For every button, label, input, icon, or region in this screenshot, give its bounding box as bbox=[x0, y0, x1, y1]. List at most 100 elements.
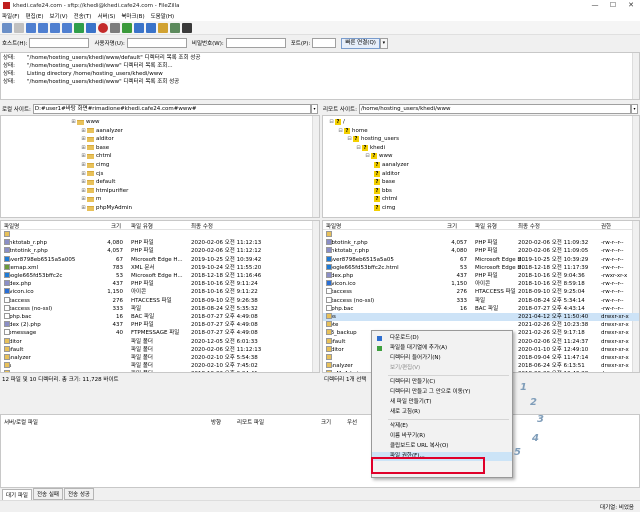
col-size[interactable]: 크기 bbox=[111, 222, 121, 230]
col-type[interactable]: 파일 유형 bbox=[131, 222, 153, 230]
tree-node[interactable]: ⊞ cjs bbox=[81, 170, 103, 178]
quickconnect-button[interactable]: 빠른 연결(Q) bbox=[341, 37, 380, 49]
maximize-button[interactable]: ☐ bbox=[604, 0, 622, 11]
file-row[interactable]: tabtotink_r.php 4,057 PHP 파일 2020-02-06 오전 … bbox=[323, 239, 639, 247]
binoculars-icon[interactable] bbox=[182, 22, 192, 33]
site-manager-icon[interactable] bbox=[2, 22, 12, 33]
file-row[interactable]: blnktotab_r.php 4,080 PHP 파일 2020-02-06 오전 … bbox=[323, 247, 639, 255]
tree-node[interactable]: ⊞ phpMyAdmin bbox=[81, 204, 132, 212]
file-row[interactable]: m 파일 폴더 2018-10-02 오후 9:04:41 bbox=[1, 370, 319, 372]
tree-node[interactable]: ? base bbox=[374, 178, 395, 186]
local-tree-scrollbar[interactable] bbox=[312, 116, 319, 217]
file-row[interactable]: .. bbox=[323, 231, 639, 239]
file-row[interactable]: ftpmessage 40 FTPMESSAGE 파일 2018-07-27 오후 4… bbox=[1, 329, 319, 337]
tree-node[interactable]: ⊟? / bbox=[329, 118, 345, 126]
col-modified[interactable]: 최종 수정 bbox=[191, 222, 213, 230]
menu-view[interactable]: 보기(V) bbox=[49, 12, 67, 20]
local-path-input[interactable]: D:#user1#바탕 화면#rimadione#khedi.cafe24.co… bbox=[32, 103, 311, 114]
expand-icon[interactable]: ⊞ bbox=[81, 171, 86, 177]
minimize-button[interactable]: — bbox=[586, 0, 604, 11]
file-row[interactable]: index (2).php 437 PHP 파일 2018-07-27 오후 4:49… bbox=[1, 321, 319, 329]
file-row[interactable]: index.php 437 PHP 파일 2018-10-16 오전 9:11:24 bbox=[1, 280, 319, 288]
file-row[interactable]: naver8798eb6515a5a005 67 Microsoft Edge H.… bbox=[1, 255, 319, 264]
menu-item[interactable]: 디렉터리 만들고 그 안으로 이동(Y) bbox=[372, 388, 512, 397]
tree-node[interactable]: ⊟? khedi bbox=[356, 144, 385, 152]
file-row[interactable]: google665fd53bffc2c 53 Microsoft Edge H...… bbox=[1, 272, 319, 280]
expand-icon[interactable]: ⊞ bbox=[81, 153, 86, 159]
queue-col-remote[interactable]: 리모트 파일 bbox=[237, 418, 264, 426]
tab-successful-transfers[interactable]: 전송 성공 bbox=[64, 488, 94, 500]
col-filename[interactable]: 파일명 bbox=[326, 222, 341, 230]
tree-node[interactable]: ? cimg bbox=[374, 204, 395, 212]
tree-node[interactable]: ⊞ alditor bbox=[81, 135, 113, 143]
toggle-remote-tree-icon[interactable] bbox=[50, 22, 60, 33]
menu-edit[interactable]: 편집(E) bbox=[26, 12, 44, 20]
file-row[interactable]: index.php 437 PHP 파일 2018-10-16 오전 9:04:36 -… bbox=[323, 272, 639, 280]
col-size[interactable]: 크기 bbox=[447, 222, 457, 230]
toggle-log-icon[interactable] bbox=[26, 22, 36, 33]
tree-node[interactable]: ⊟? home bbox=[338, 127, 368, 135]
file-row[interactable]: p.php.bac 16 BAC 파일 2018-07-27 오후 4:49:08 bbox=[1, 313, 319, 321]
file-row[interactable]: .htaccess 276 HTACCESS 파일 2018-09-10 오전 9:2… bbox=[323, 288, 639, 296]
menu-item[interactable]: 새로 고침(R) bbox=[372, 408, 512, 417]
tab-queued-files[interactable]: 대기 파일 bbox=[2, 489, 32, 500]
col-type[interactable]: 파일 유형 bbox=[475, 222, 497, 230]
file-row[interactable]: naver8798eb6515a5a05 67 Microsoft Edge H..… bbox=[323, 255, 639, 264]
file-row[interactable]: default 파일 폴더 2020-02-06 오전 11:12:13 bbox=[1, 345, 319, 354]
port-input[interactable] bbox=[312, 38, 337, 48]
tab-failed-transfers[interactable]: 전송 실패 bbox=[33, 488, 63, 500]
tree-node[interactable]: ? chtml bbox=[374, 195, 398, 203]
file-row[interactable]: tatntotink_r.php 4,057 PHP 파일 2020-02-06 오전… bbox=[1, 247, 319, 255]
dropdown-icon[interactable] bbox=[14, 22, 24, 33]
tree-node[interactable]: ⊞ htmlpurifier bbox=[81, 187, 128, 195]
queue-col-size[interactable]: 크기 bbox=[321, 418, 331, 426]
expand-icon[interactable]: ⊟ bbox=[329, 119, 334, 125]
menu-item[interactable]: 파일을 대기열에 추가(A) bbox=[372, 344, 512, 353]
expand-icon[interactable]: ⊞ bbox=[81, 145, 86, 151]
menu-bookmarks[interactable]: 북마크(B) bbox=[121, 12, 144, 20]
password-input[interactable] bbox=[225, 38, 286, 48]
expand-icon[interactable]: ⊟ bbox=[365, 153, 370, 159]
compare-icon[interactable] bbox=[146, 22, 156, 33]
log-scrollbar[interactable] bbox=[632, 53, 639, 99]
file-row[interactable]: cjs 파일 폴더 2020-02-10 오후 7:45:02 bbox=[1, 362, 319, 370]
menu-item[interactable]: 다운로드(D) bbox=[372, 334, 512, 343]
quickconnect-history-dropdown[interactable]: ▾ bbox=[379, 37, 388, 49]
file-row[interactable]: google665fd53bffc2c.html 53 Microsoft Edge… bbox=[323, 263, 639, 272]
tree-node[interactable]: ⊞ cimg bbox=[81, 161, 109, 169]
file-row[interactable]: aanalyzer 파일 폴더 2020-02-10 오후 5:54:38 bbox=[1, 354, 319, 362]
expand-icon[interactable]: ⊞ bbox=[81, 196, 86, 202]
reconnect-icon[interactable] bbox=[122, 22, 132, 33]
queue-col-direction[interactable]: 방향 bbox=[211, 418, 221, 426]
remote-path-dropdown[interactable]: ▾ bbox=[631, 103, 638, 114]
tree-node[interactable]: ⊞ chtml bbox=[81, 152, 111, 160]
file-row[interactable]: alditor 파일 폴더 2020-12-05 오전 6:01:33 bbox=[1, 337, 319, 346]
cancel-icon[interactable] bbox=[98, 22, 108, 33]
menu-item[interactable]: 삭제(E) bbox=[372, 422, 512, 431]
tree-node[interactable]: ⊞ aanalyzer bbox=[81, 127, 123, 135]
file-row[interactable]: bbs 2021-04-12 오후 11:50:40 drwxr-xr-x bbox=[323, 313, 639, 322]
remote-path-input[interactable]: /home/hosting_users/khedi/www bbox=[358, 103, 631, 114]
menu-item[interactable]: 보기/편집(V) bbox=[372, 364, 512, 373]
expand-icon[interactable]: ⊞ bbox=[71, 119, 76, 125]
tree-node[interactable]: ⊟? hosting_users bbox=[347, 135, 399, 143]
menu-transfer[interactable]: 전송(T) bbox=[74, 12, 92, 20]
menu-item[interactable]: 디렉터리 들어가기(N) bbox=[372, 354, 512, 363]
expand-icon[interactable]: ⊟ bbox=[338, 128, 343, 134]
filter-icon[interactable] bbox=[134, 22, 144, 33]
file-row[interactable]: note 2021-02-26 오전 10:23:38 drwxr-xr-x bbox=[323, 321, 639, 329]
menu-file[interactable]: 파일(F) bbox=[2, 12, 20, 20]
file-row[interactable]: .htaccess 276 HTACCESS 파일 2018-09-10 오전 9:2… bbox=[1, 296, 319, 305]
file-row[interactable]: .. bbox=[1, 231, 319, 239]
expand-icon[interactable]: ⊟ bbox=[356, 145, 361, 151]
tree-node[interactable]: ? alditor bbox=[374, 170, 400, 178]
tree-node[interactable]: ⊞ default bbox=[81, 178, 115, 186]
menu-item[interactable]: 디렉터리 만들기(C) bbox=[372, 378, 512, 387]
tree-node[interactable]: ⊞ m bbox=[81, 195, 101, 203]
queue-col-file[interactable]: 서버/로컬 파일 bbox=[4, 418, 38, 426]
menu-server[interactable]: 서버(S) bbox=[97, 12, 115, 20]
toggle-queue-icon[interactable] bbox=[62, 22, 72, 33]
menu-item[interactable]: 새 파일 만들기(T) bbox=[372, 398, 512, 407]
sync-browse-icon[interactable] bbox=[158, 22, 168, 33]
file-row[interactable]: .htaccess (no-ssl) 333 파일 2018-08-24 오후 5:3… bbox=[323, 296, 639, 305]
